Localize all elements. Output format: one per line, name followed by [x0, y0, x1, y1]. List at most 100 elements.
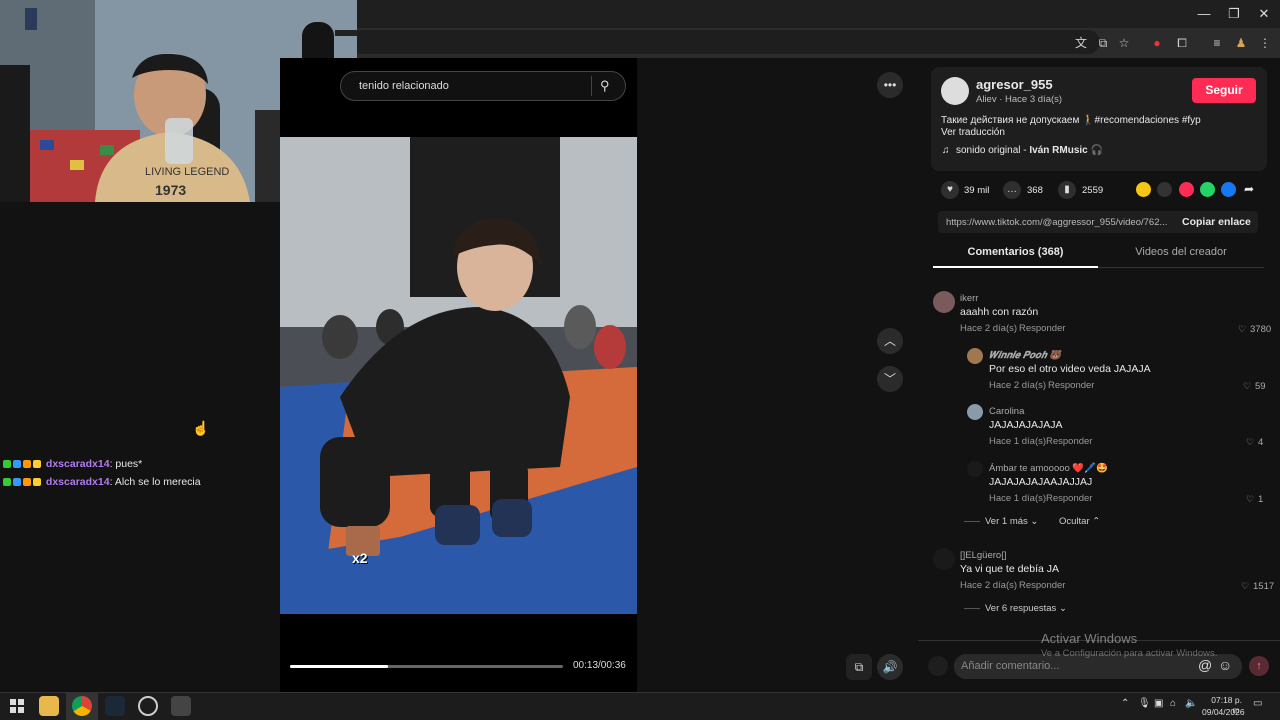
comment-username[interactable]: Carolina [989, 406, 1024, 417]
comment-heart-icon[interactable]: ♡ [1243, 381, 1251, 392]
video-frame [280, 137, 637, 614]
comment-username[interactable]: ikerr [960, 293, 978, 304]
comment-heart-icon[interactable]: ♡ [1238, 324, 1246, 335]
view-six-replies[interactable]: Ver 6 respuestas ⌄ [985, 603, 1067, 614]
search-bar[interactable]: tenido relacionado ⚲ [340, 71, 626, 101]
obs-icon[interactable] [138, 696, 158, 716]
network-icon[interactable]: ⌂ [1170, 698, 1176, 714]
chrome-icon[interactable] [72, 696, 92, 716]
volume-tray-icon[interactable]: 🔈 [1185, 698, 1197, 714]
save-count: 2559 [1082, 185, 1104, 196]
comment-heart-icon[interactable]: ♡ [1246, 437, 1254, 448]
facebook-icon[interactable] [1221, 182, 1236, 197]
menu-dots-icon[interactable]: ⋮ [1255, 33, 1275, 53]
microphone-icon[interactable]: 🎙 [1138, 698, 1151, 714]
translate-link[interactable]: Ver traducción [941, 127, 1005, 138]
heart-icon[interactable]: ♥ [941, 181, 959, 199]
comment-time: Hace 2 día(s) [989, 380, 1047, 391]
badge-icon [23, 460, 31, 469]
minimize-icon[interactable]: — [1189, 4, 1219, 24]
badge-icon [13, 478, 21, 487]
bookmark-star-icon[interactable]: ☆ [1114, 33, 1134, 53]
taskbar [0, 692, 1280, 720]
tab-creator-videos[interactable]: Videos del creador [1098, 246, 1264, 268]
comment-heart-icon[interactable]: ♡ [1246, 494, 1254, 505]
reply-button[interactable]: Responder [1046, 493, 1092, 504]
tray-app-icon[interactable]: ▣ [1154, 698, 1163, 714]
repost-icon[interactable] [1136, 182, 1151, 197]
author-username[interactable]: agresor_955 [976, 77, 1053, 92]
avatar[interactable] [967, 404, 983, 420]
chevron-up-icon: ⌃ [1092, 516, 1101, 527]
profile-icon[interactable]: ♟ [1231, 33, 1251, 53]
chevron-down-icon: ⌄ [1058, 603, 1067, 614]
comment-username[interactable]: []ELgüero[] [960, 550, 1006, 561]
adblock-icon[interactable]: ● [1147, 33, 1167, 53]
next-video-icon[interactable]: ﹀ [877, 366, 903, 392]
sound-link[interactable]: sonido original - Iván RMusic 🎧 [956, 145, 1103, 156]
comment-time: Hace 1 día(s) [989, 493, 1047, 504]
whatsapp-icon[interactable] [1200, 182, 1215, 197]
avatar[interactable] [933, 291, 955, 313]
volume-icon[interactable]: 🔊 [877, 654, 903, 680]
file-explorer-icon[interactable] [39, 696, 59, 716]
comment-likes: 1 [1258, 494, 1264, 505]
author-avatar[interactable] [941, 77, 969, 105]
music-note-icon: ♫ [942, 145, 950, 156]
search-text: tenido relacionado [359, 80, 449, 92]
bookmark-icon[interactable]: ▮ [1058, 181, 1076, 199]
reply-button[interactable]: Responder [1019, 580, 1065, 591]
install-icon[interactable]: ⧉ [1093, 33, 1113, 53]
translate-icon[interactable]: 文 [1071, 33, 1091, 53]
copy-link-button[interactable]: Copiar enlace [1182, 216, 1251, 228]
comment-username[interactable]: 𝑾𝒊𝒏𝒏𝒊𝒆 𝑷𝒐𝒐𝒉 🐻 [989, 350, 1061, 361]
comment-heart-icon[interactable]: ♡ [1241, 581, 1249, 592]
close-icon[interactable]: ✕ [1249, 4, 1279, 24]
pip-icon[interactable]: ⧉ [846, 654, 872, 680]
comment-icon[interactable]: … [1003, 181, 1021, 199]
chat-username[interactable]: dxscaradx14 [46, 458, 110, 470]
reply-button[interactable]: Responder [1048, 380, 1094, 391]
embed-icon[interactable] [1157, 182, 1172, 197]
chat-username[interactable]: dxscaradx14 [46, 476, 110, 488]
view-more-replies[interactable]: Ver 1 más ⌄ [985, 516, 1038, 527]
avatar[interactable] [967, 348, 983, 364]
reply-button[interactable]: Responder [1019, 323, 1065, 334]
video-link[interactable]: https://www.tiktok.com/@aggressor_955/vi… [946, 217, 1172, 228]
notification-icon[interactable]: ▭ [1253, 698, 1262, 714]
author-subline: Aliev · Hace 3 día(s) [976, 94, 1063, 105]
comment-username[interactable]: Ámbar te amooooo ❤️🖊️🤩 [989, 463, 1108, 474]
more-options-icon[interactable]: ••• [877, 72, 903, 98]
activation-title: Activar Windows [1041, 631, 1138, 646]
previous-video-icon[interactable]: ︿ [877, 328, 903, 354]
comment-time: Hace 2 día(s) [960, 323, 1018, 334]
address-bar[interactable] [350, 30, 1100, 54]
start-icon[interactable] [10, 699, 24, 713]
extensions-icon[interactable]: ⧠ [1172, 33, 1192, 53]
chevron-down-icon: ⌄ [1030, 516, 1039, 527]
comment-count: 368 [1027, 185, 1043, 196]
share-icon[interactable]: ➦ [1244, 182, 1254, 196]
reply-button[interactable]: Responder [1046, 436, 1092, 447]
tab-comments[interactable]: Comentarios (368) [933, 246, 1098, 268]
media-control-icon[interactable]: ≡ [1207, 33, 1227, 53]
view-six-label: Ver 6 respuestas [985, 603, 1057, 614]
app-icon[interactable] [171, 696, 191, 716]
tray-chevron-icon[interactable]: ⌃ [1121, 698, 1129, 714]
search-icon[interactable]: ⚲ [600, 78, 610, 94]
emoji-icon[interactable]: ☺ [1218, 657, 1232, 673]
chat-message: dxscaradx14: pues* [3, 458, 142, 474]
avatar[interactable] [933, 548, 955, 570]
video-still-image [280, 137, 637, 614]
avatar[interactable] [967, 461, 983, 477]
post-comment-icon[interactable]: ↑ [1249, 656, 1269, 676]
steam-icon[interactable] [105, 696, 125, 716]
clock-date[interactable]: 09/04/2026 [1202, 707, 1245, 717]
divider [964, 521, 980, 522]
hide-replies[interactable]: Ocultar ⌃ [1059, 516, 1100, 527]
mention-icon[interactable]: @ [1198, 657, 1212, 673]
follow-button[interactable]: Seguir [1192, 78, 1256, 103]
send-icon[interactable] [1179, 182, 1194, 197]
progress-fill [290, 665, 389, 668]
restore-icon[interactable]: ❐ [1219, 4, 1249, 24]
